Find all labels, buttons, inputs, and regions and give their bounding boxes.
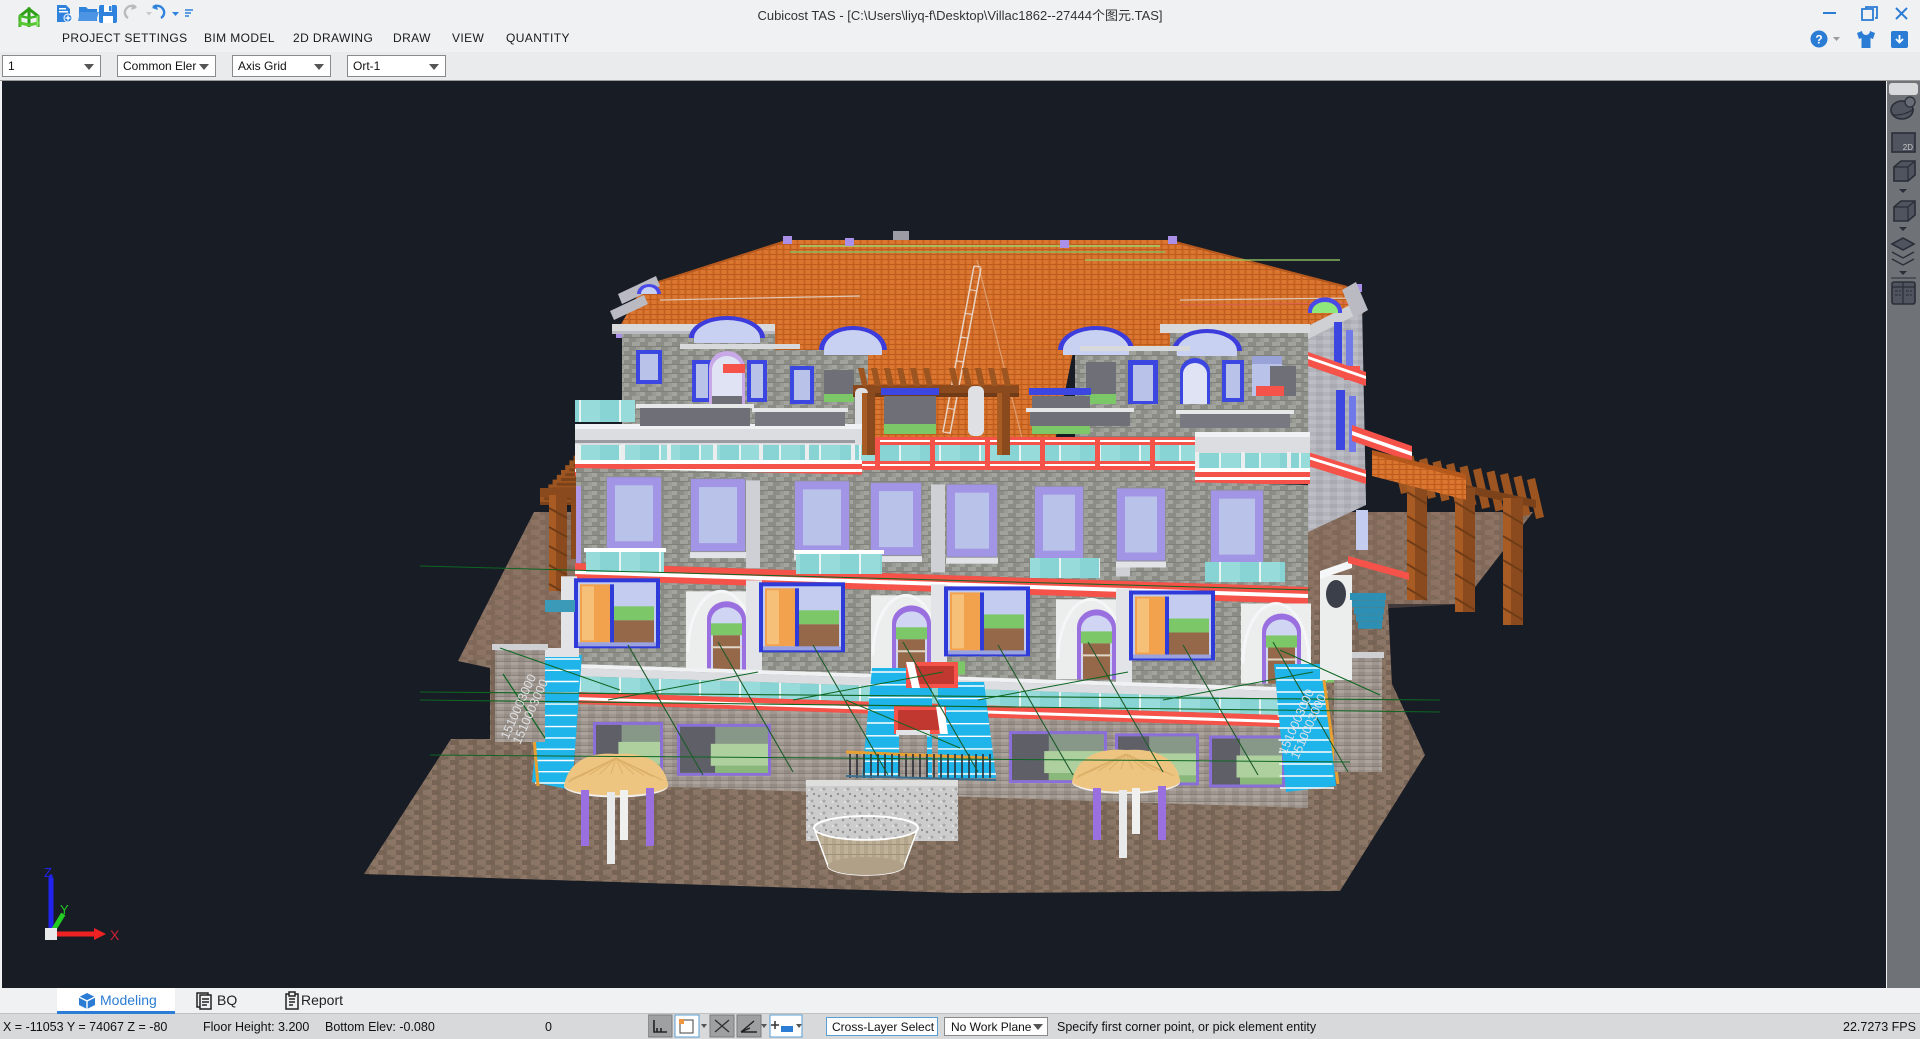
svg-text:Z: Z <box>44 865 52 880</box>
svg-text:Y: Y <box>60 902 69 917</box>
svg-text:X: X <box>110 927 120 943</box>
svg-text:?: ? <box>1815 33 1822 47</box>
svg-text:2D: 2D <box>1903 143 1913 152</box>
